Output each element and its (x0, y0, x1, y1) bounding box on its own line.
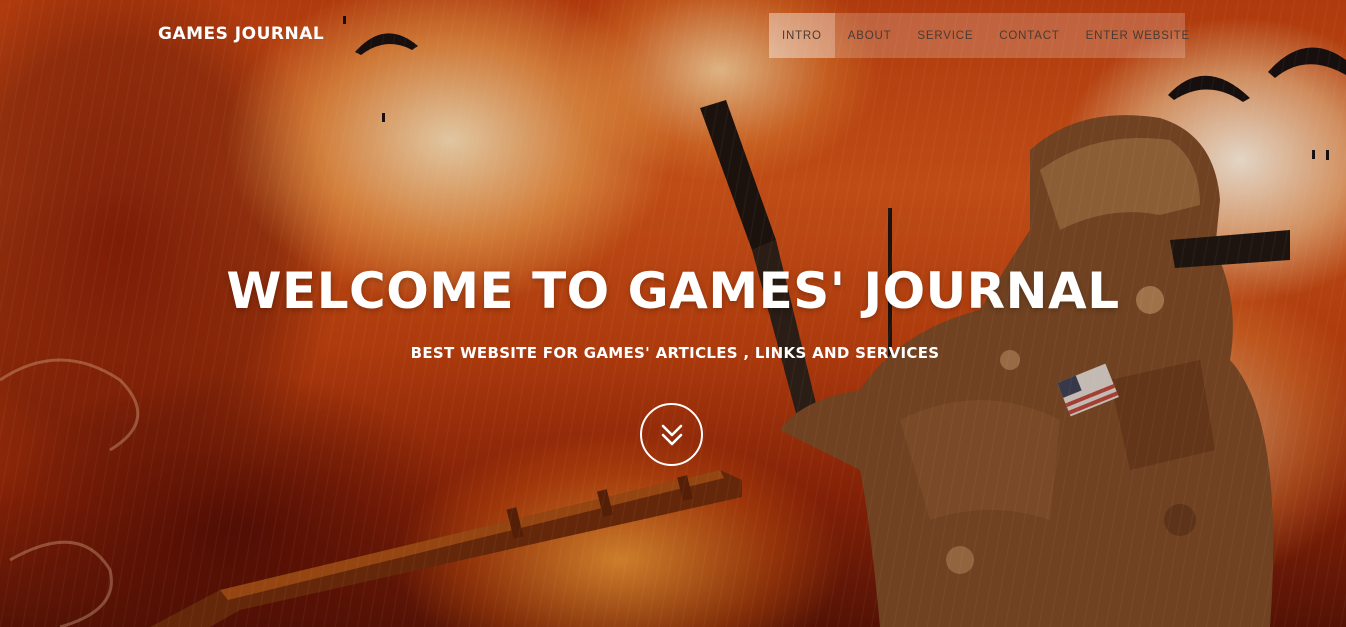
nav-service-link[interactable]: SERVICE (904, 13, 986, 58)
double-chevron-down-icon (660, 424, 684, 446)
hero-subtitle: BEST WEBSITE FOR GAMES' ARTICLES , LINKS… (410, 344, 940, 362)
nav-enter-website-link[interactable]: ENTER WEBSITE (1073, 13, 1203, 58)
hero-title: WELCOME TO GAMES' JOURNAL (226, 262, 1120, 320)
nav-contact-link[interactable]: CONTACT (986, 13, 1072, 58)
brand-logo-link[interactable]: GAMES JOURNAL (158, 24, 324, 44)
main-navigation: INTRO ABOUT SERVICE CONTACT ENTER WEBSIT… (769, 13, 1189, 58)
nav-intro-link[interactable]: INTRO (769, 13, 835, 58)
nav-about-link[interactable]: ABOUT (835, 13, 905, 58)
scroll-down-button[interactable] (640, 403, 703, 466)
